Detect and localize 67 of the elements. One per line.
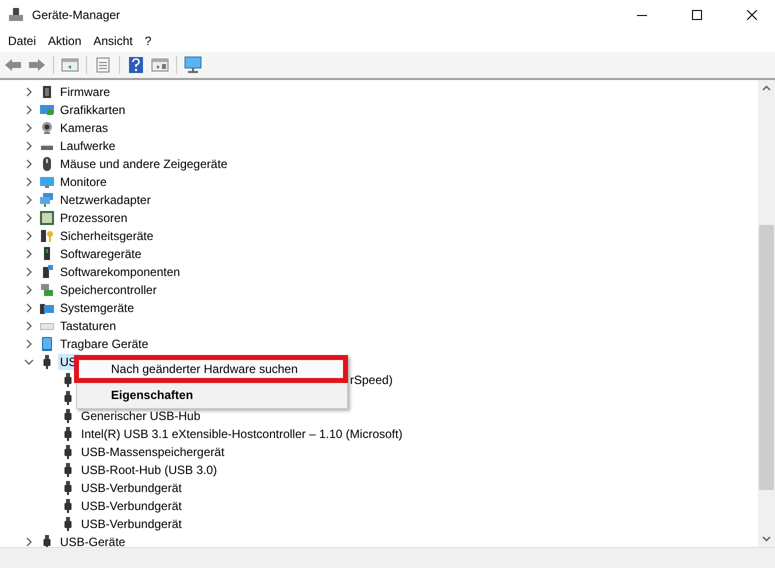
close-icon: [746, 10, 756, 20]
expand-chevron-icon[interactable]: [24, 123, 34, 133]
webcam-icon: [40, 121, 54, 135]
tree-item[interactable]: USB-Verbundgerät: [79, 498, 184, 514]
tree-item[interactable]: Laufwerke: [58, 138, 118, 154]
expand-chevron-icon[interactable]: [24, 249, 34, 259]
tree-item[interactable]: USB-Geräte: [58, 534, 128, 547]
controller-icon: [40, 283, 54, 297]
expand-chevron-icon[interactable]: [24, 159, 34, 169]
menu-item[interactable]: Datei: [2, 32, 42, 50]
device-manager-icon: [8, 7, 24, 23]
processor-icon: [40, 211, 54, 225]
expand-chevron-icon[interactable]: [24, 195, 34, 205]
tree-item[interactable]: Sicherheitsgeräte: [58, 228, 156, 244]
expand-chevron-icon[interactable]: [24, 285, 34, 295]
expand-chevron-icon[interactable]: [24, 177, 34, 187]
expand-chevron-icon[interactable]: [24, 105, 34, 115]
menu-item[interactable]: ?: [138, 32, 158, 50]
expand-chevron-icon[interactable]: [24, 537, 34, 547]
scrollbar-thumb[interactable]: [759, 225, 774, 490]
tablet-icon: [40, 337, 54, 351]
network-icon: [40, 193, 54, 207]
tree-item[interactable]: rSpeed): [348, 372, 395, 388]
tree-item[interactable]: Netzwerkadapter: [58, 192, 153, 208]
menu-item[interactable]: Aktion: [42, 32, 88, 50]
component-icon: [40, 265, 54, 279]
tree-item[interactable]: Speichercontroller: [58, 282, 159, 298]
tree-item[interactable]: Tragbare Geräte: [58, 336, 150, 352]
tree-item[interactable]: USB-Root-Hub (USB 3.0): [79, 462, 220, 478]
expand-chevron-icon[interactable]: [24, 213, 34, 223]
tree-item[interactable]: Softwaregeräte: [58, 246, 144, 262]
monitor-icon: [40, 175, 54, 189]
context-menu-item[interactable]: Eigenschaften: [79, 386, 343, 404]
tree-item[interactable]: Grafikkarten: [58, 102, 128, 118]
monitor-icon: [40, 103, 54, 117]
key-icon: [40, 229, 54, 243]
collapse-chevron-icon[interactable]: [24, 357, 34, 367]
expand-chevron-icon[interactable]: [24, 141, 34, 151]
expand-chevron-icon[interactable]: [24, 87, 34, 97]
tree-item[interactable]: Monitore: [58, 174, 109, 190]
maximize-icon: [692, 10, 702, 20]
window-title: Geräte-Manager: [32, 8, 122, 22]
context-menu-item[interactable]: Nach geänderter Hardware suchen: [79, 360, 343, 378]
help-icon[interactable]: [126, 55, 146, 75]
expand-chevron-icon[interactable]: [24, 267, 34, 277]
menu-item[interactable]: Ansicht: [87, 32, 139, 50]
expand-chevron-icon[interactable]: [24, 339, 34, 349]
tree-item[interactable]: USB-Verbundgerät: [79, 480, 184, 496]
tree-item[interactable]: Kameras: [58, 120, 110, 136]
scan-hardware-button[interactable]: [183, 55, 203, 75]
tree-item[interactable]: Softwarekomponenten: [58, 264, 182, 280]
tree-item[interactable]: Intel(R) USB 3.1 eXtensible-Hostcontroller – 1.10 (Microsoft): [79, 426, 404, 442]
tree-item[interactable]: Firmware: [58, 84, 112, 100]
vertical-scrollbar[interactable]: [758, 80, 775, 547]
tree-item[interactable]: USB-Massenspeichergerät: [79, 444, 226, 460]
tree-item[interactable]: USB-Verbundgerät: [79, 516, 184, 532]
chip-icon: [40, 85, 54, 99]
tree-item[interactable]: Mäuse und andere Zeigegeräte: [58, 156, 230, 172]
system-icon: [40, 301, 54, 315]
expand-chevron-icon[interactable]: [24, 303, 34, 313]
tree-item[interactable]: Tastaturen: [58, 318, 118, 334]
tree-item[interactable]: Prozessoren: [58, 210, 130, 226]
expand-chevron-icon[interactable]: [24, 321, 34, 331]
expand-chevron-icon[interactable]: [24, 231, 34, 241]
mouse-icon: [40, 157, 54, 171]
tree-item[interactable]: Generischer USB-Hub: [79, 408, 202, 424]
tree-item[interactable]: Systemgeräte: [58, 300, 136, 316]
